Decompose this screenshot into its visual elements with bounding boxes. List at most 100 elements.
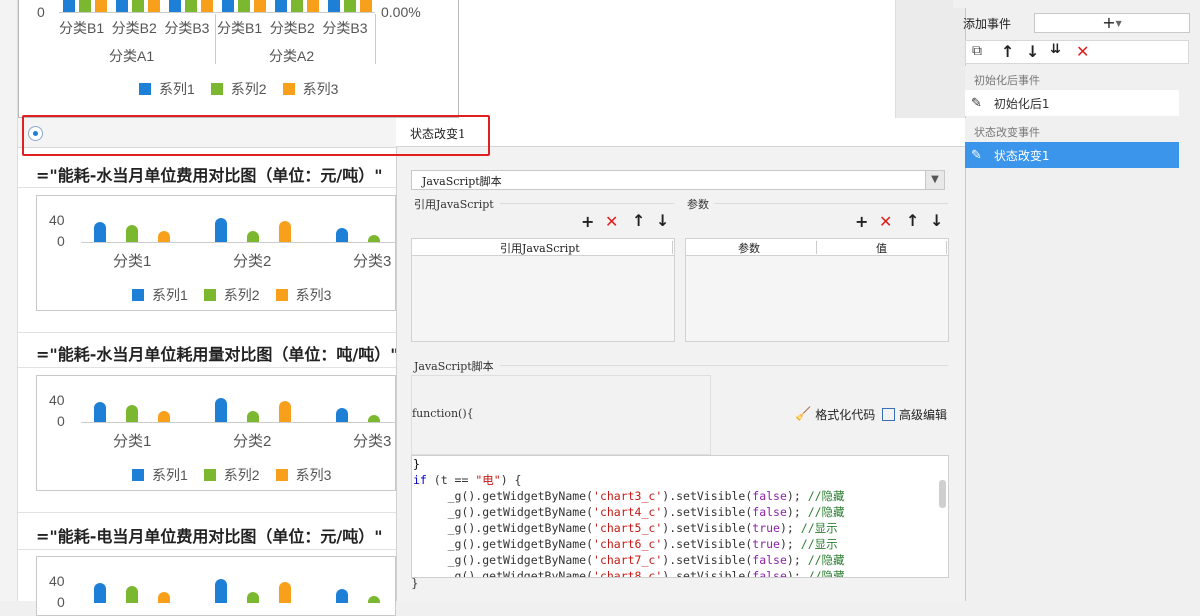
bar-top-chart bbox=[185, 0, 197, 12]
bar-系列1-分类2 bbox=[215, 398, 227, 422]
code-editor[interactable]: } if (t == "电") { _g().getWidgetByName('c… bbox=[411, 455, 949, 578]
add-event-dropdown[interactable]: +▼ bbox=[1034, 13, 1190, 33]
code-line: _g().getWidgetByName('chart7_c').setVisi… bbox=[413, 553, 845, 567]
chart-title-formula: ="能耗-水当月单位耗用量对比图（单位：吨/吨）" bbox=[36, 345, 399, 364]
ref-js-table[interactable]: 引用JavaScript bbox=[411, 238, 675, 342]
event-panel-header bbox=[953, 0, 1200, 8]
y-tick-label: 40 bbox=[49, 392, 65, 408]
table-header: 参数 值 bbox=[686, 239, 948, 256]
category-label: 分类2 bbox=[233, 433, 272, 450]
legend-label: 系列1 bbox=[152, 467, 188, 483]
bar-系列1-分类2 bbox=[215, 218, 227, 242]
code-line: if (t == "电") { bbox=[413, 473, 522, 487]
legend-label: 系列3 bbox=[295, 287, 332, 303]
bar-系列2-分类3 bbox=[368, 596, 380, 603]
arrow-up-icon[interactable]: ↑ bbox=[1001, 42, 1014, 61]
chart-title-formula: ="能耗-水当月单位费用对比图（单位：元/吨）" bbox=[36, 166, 383, 185]
bar-chart[interactable]: 40 0 bbox=[36, 556, 396, 616]
column-header: 参数 bbox=[738, 242, 760, 255]
group-divider bbox=[500, 365, 948, 366]
level2-categories: 分类B1 分类B2 分类B3 分类B1 分类B2 分类B3 bbox=[59, 18, 375, 36]
bar-top-chart bbox=[328, 0, 340, 12]
bar-top-chart bbox=[344, 0, 356, 12]
arrow-down-icon[interactable]: ↓ bbox=[1026, 42, 1039, 61]
bar-系列1-分类3 bbox=[336, 408, 348, 422]
add-param-icon[interactable]: + bbox=[855, 212, 868, 231]
bar-系列3-分类2 bbox=[279, 401, 291, 422]
y-tick-label: 0 bbox=[37, 4, 45, 20]
edit-icon bbox=[882, 408, 895, 421]
formula-cell[interactable]: ="能耗-水当月单位耗用量对比图（单位：吨/吨）" bbox=[18, 332, 399, 368]
category-label: 分类B1 bbox=[59, 20, 105, 36]
column-divider bbox=[672, 241, 673, 254]
legend-label: 系列1 bbox=[152, 287, 188, 303]
bar-top-chart bbox=[291, 0, 303, 12]
arrow-down-icon[interactable]: ↓ bbox=[656, 211, 669, 230]
arrow-up-icon[interactable]: ↑ bbox=[632, 211, 645, 230]
category-divider bbox=[375, 14, 376, 64]
bar-chart[interactable]: 40 0 分类1 分类2 分类3 系列1 系列2 系列3 bbox=[36, 195, 396, 311]
chevron-down-icon[interactable]: ▼ bbox=[925, 171, 944, 189]
bar-top-chart bbox=[169, 0, 181, 12]
code-line: _g().getWidgetByName('chart4_c').setVisi… bbox=[413, 505, 845, 519]
bar-系列3-分类1 bbox=[158, 410, 170, 422]
add-event-label: 添加事件 bbox=[963, 17, 1012, 31]
y-tick-label: 0 bbox=[57, 594, 65, 610]
group-divider bbox=[500, 203, 674, 204]
bar-top-chart bbox=[95, 0, 107, 12]
formula-cell[interactable]: ="能耗-水当月单位费用对比图（单位：元/吨）" bbox=[18, 156, 396, 188]
format-code-button[interactable]: 🧹 格式化代码 bbox=[795, 406, 875, 423]
event-item-label: 初始化后1 bbox=[993, 96, 1050, 111]
code-scrollbar[interactable] bbox=[939, 480, 946, 508]
bar-top-chart bbox=[79, 0, 91, 12]
bar-系列2-分类2 bbox=[247, 591, 259, 603]
side-strip bbox=[895, 0, 965, 118]
delete-icon[interactable]: ✕ bbox=[605, 212, 618, 231]
category-label: 分类B3 bbox=[164, 20, 210, 36]
bar-top-chart bbox=[238, 0, 250, 12]
params-table[interactable]: 参数 值 bbox=[685, 238, 949, 342]
function-signature: function(){ bbox=[412, 407, 474, 420]
bar-系列2-分类3 bbox=[368, 415, 380, 422]
bar-top-chart bbox=[254, 0, 266, 12]
formula-cell[interactable]: ="能耗-电当月单位费用对比图（单位：元/吨）" bbox=[18, 512, 396, 550]
category-label: 分类B1 bbox=[217, 20, 263, 36]
code-line: _g().getWidgetByName('chart6_c').setVisi… bbox=[413, 537, 838, 551]
bar-top-chart bbox=[132, 0, 144, 12]
sort-icon[interactable]: ⇊ bbox=[1050, 42, 1061, 57]
code-line: _g().getWidgetByName('chart5_c').setVisi… bbox=[413, 521, 838, 535]
plus-icon: + bbox=[1102, 13, 1116, 32]
brush-icon: 🧹 bbox=[795, 407, 812, 422]
category-label: 分类3 bbox=[353, 253, 392, 270]
category-label: 分类1 bbox=[113, 433, 152, 450]
arrow-up-icon[interactable]: ↑ bbox=[906, 211, 919, 230]
category-label: 分类1 bbox=[113, 253, 152, 270]
event-item-state-change-1[interactable]: ✎ 状态改变1 bbox=[965, 142, 1179, 168]
arrow-down-icon[interactable]: ↓ bbox=[930, 211, 943, 230]
category-group-label: 分类A1 bbox=[109, 48, 155, 64]
delete-param-icon[interactable]: ✕ bbox=[879, 212, 892, 231]
add-icon[interactable]: + bbox=[581, 212, 594, 231]
bar-系列3-分类2 bbox=[279, 582, 291, 603]
pencil-icon: ✎ bbox=[971, 147, 982, 163]
ref-js-group-label: 引用JavaScript bbox=[414, 198, 494, 211]
bar-top-chart bbox=[148, 0, 160, 12]
top-chart[interactable]: 0 0.00% 分类B1 分类B2 分类B3 分类B1 分类B2 分类B3 分类… bbox=[18, 0, 459, 118]
category-group-label: 分类A2 bbox=[269, 48, 315, 64]
bar-系列2-分类1 bbox=[126, 225, 138, 242]
column-divider bbox=[816, 241, 817, 254]
chart-title-formula: ="能耗-电当月单位费用对比图（单位：元/吨）" bbox=[36, 527, 383, 546]
bar-chart[interactable]: 40 0 分类1 分类2 分类3 系列1 系列2 系列3 bbox=[36, 375, 396, 491]
delete-icon[interactable]: ✕ bbox=[1076, 42, 1089, 61]
legend-swatch bbox=[132, 289, 144, 301]
legend-swatch bbox=[203, 469, 216, 481]
event-category-init: 初始化后事件 bbox=[965, 66, 1179, 92]
copy-icon[interactable]: ⧉ bbox=[972, 43, 982, 59]
advanced-edit-button[interactable]: 高级编辑 bbox=[882, 406, 947, 423]
legend-swatch bbox=[275, 289, 288, 301]
row-gutter bbox=[0, 0, 18, 601]
event-item-init-1[interactable]: ✎ 初始化后1 bbox=[965, 90, 1179, 116]
event-toolbar: ⧉ ↑ ↓ ⇊ ✕ bbox=[965, 40, 1189, 64]
script-type-value: JavaScript脚本 bbox=[422, 175, 502, 188]
category-label: 分类B2 bbox=[111, 20, 157, 36]
